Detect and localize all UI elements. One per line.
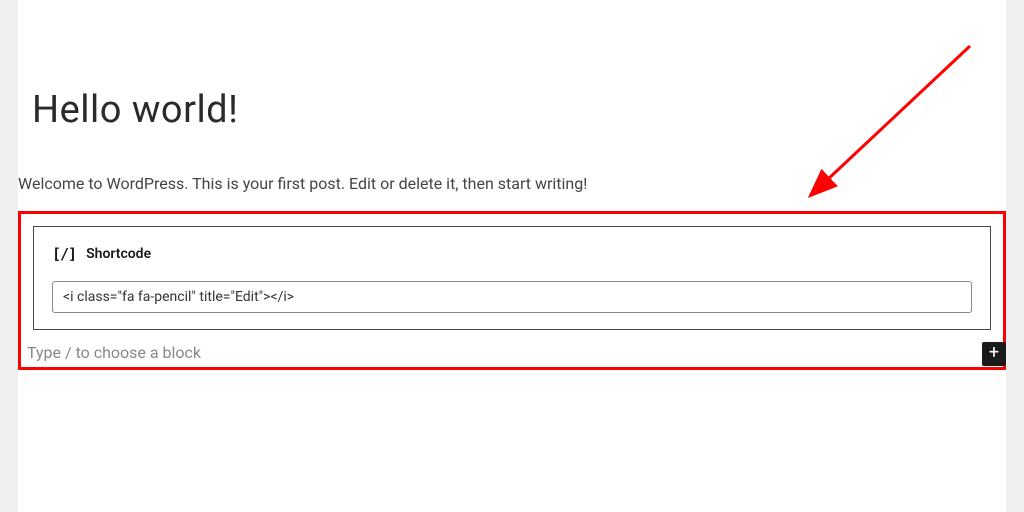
editor-canvas: Hello world! Welcome to WordPress. This …	[18, 0, 1006, 512]
block-appender-placeholder: Type / to choose a block	[27, 343, 201, 362]
post-title[interactable]: Hello world!	[18, 0, 1006, 132]
post-paragraph[interactable]: Welcome to WordPress. This is your first…	[18, 132, 1006, 193]
shortcode-input[interactable]	[52, 281, 972, 313]
plus-icon: +	[989, 342, 999, 363]
shortcode-block[interactable]: [/] Shortcode	[33, 226, 991, 330]
annotation-highlight-box: [/] Shortcode Type / to choose a block +	[18, 211, 1006, 370]
shortcode-icon: [/]	[52, 245, 76, 263]
block-appender[interactable]: Type / to choose a block +	[21, 342, 1003, 367]
shortcode-block-label: Shortcode	[86, 246, 151, 262]
add-block-button[interactable]: +	[982, 342, 1006, 366]
shortcode-block-header: [/] Shortcode	[52, 245, 972, 263]
